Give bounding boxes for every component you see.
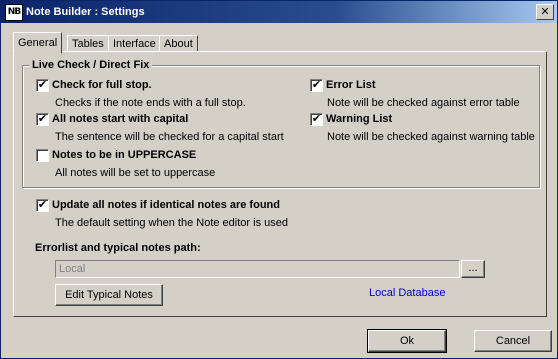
ok-button[interactable]: Ok	[368, 330, 446, 352]
full-stop-label[interactable]: Check for full stop.	[52, 79, 152, 91]
capital-start-checkbox[interactable]: ✔	[36, 112, 49, 126]
update-identical-description: The default setting when the Note editor…	[55, 217, 288, 229]
local-database-link[interactable]: Local Database	[369, 287, 445, 299]
error-list-description: Note will be checked against error table	[327, 97, 520, 109]
full-stop-checkbox[interactable]: ✔	[36, 78, 49, 92]
tab-general[interactable]: General	[13, 32, 63, 54]
full-stop-description: Checks if the note ends with a full stop…	[55, 97, 246, 109]
update-identical-label[interactable]: Update all notes if identical notes are …	[52, 199, 280, 211]
live-check-group: Live Check / Direct Fix ✔ Check for full…	[22, 59, 540, 188]
path-field[interactable]: Local	[55, 260, 460, 278]
settings-window: NB Note Builder : Settings ✕ General Tab…	[0, 0, 558, 359]
general-tab-panel: Live Check / Direct Fix ✔ Check for full…	[13, 51, 547, 317]
window-title: Note Builder : Settings	[26, 6, 145, 18]
path-label: Errorlist and typical notes path:	[35, 242, 201, 254]
uppercase-description: All notes will be set to uppercase	[55, 167, 216, 179]
warning-list-label[interactable]: Warning List	[326, 113, 392, 125]
browse-button[interactable]: ...	[461, 260, 485, 278]
error-list-label[interactable]: Error List	[326, 79, 376, 91]
capital-start-description: The sentence will be checked for a capit…	[55, 131, 284, 143]
uppercase-checkbox[interactable]	[36, 149, 49, 162]
capital-start-label[interactable]: All notes start with capital	[52, 113, 188, 125]
uppercase-label[interactable]: Notes to be in UPPERCASE	[52, 149, 196, 161]
warning-list-description: Note will be checked against warning tab…	[327, 131, 535, 143]
error-list-checkbox[interactable]: ✔	[310, 78, 323, 92]
app-icon: NB	[5, 4, 23, 21]
check-mark-icon: ✔	[37, 112, 48, 125]
close-icon: ✕	[540, 5, 550, 18]
check-mark-icon: ✔	[37, 198, 48, 211]
edit-typical-notes-button[interactable]: Edit Typical Notes	[55, 284, 163, 306]
check-mark-icon: ✔	[311, 112, 322, 125]
cancel-button[interactable]: Cancel	[474, 330, 552, 352]
check-mark-icon: ✔	[37, 78, 48, 91]
live-check-legend: Live Check / Direct Fix	[29, 59, 153, 71]
warning-list-checkbox[interactable]: ✔	[310, 112, 323, 126]
update-identical-checkbox[interactable]: ✔	[36, 198, 49, 212]
title-bar[interactable]: NB Note Builder : Settings ✕	[1, 1, 557, 23]
close-button[interactable]: ✕	[536, 4, 554, 20]
check-mark-icon: ✔	[311, 78, 322, 91]
